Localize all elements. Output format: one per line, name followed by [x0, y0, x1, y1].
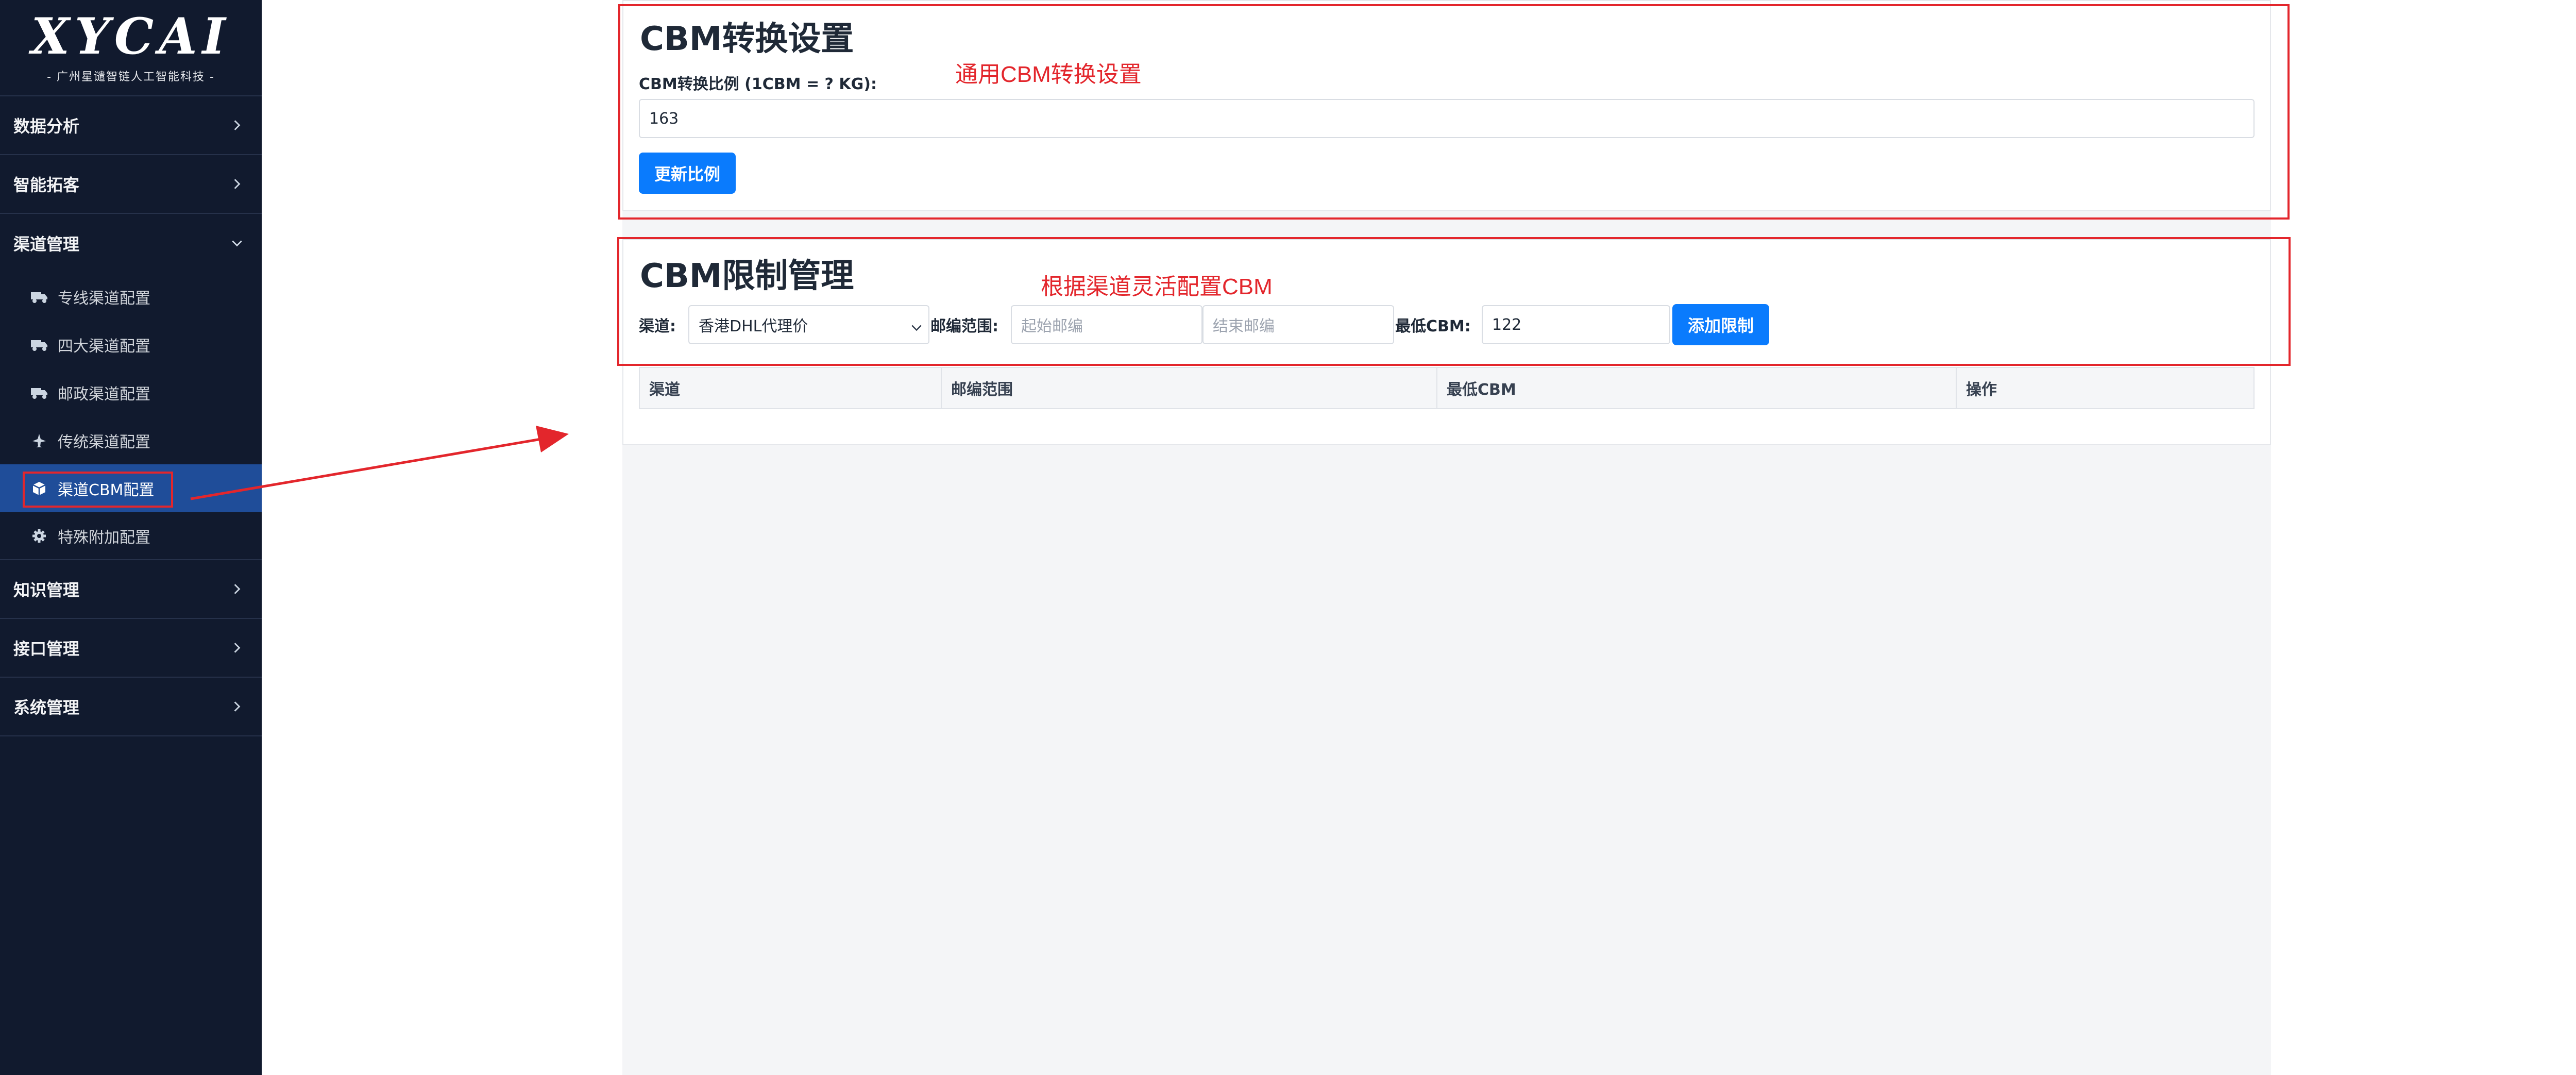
sidebar-item-label: 传统渠道配置 — [58, 433, 150, 451]
sidebar-item-dedicated-channel[interactable]: 专线渠道配置 — [0, 273, 262, 321]
cbm-ratio-label: CBM转换比例 (1CBM = ? KG): — [639, 75, 877, 93]
sidebar-item-channel-cbm[interactable]: 渠道CBM配置 — [0, 464, 262, 512]
min-cbm-label: 最低CBM: — [1395, 317, 1471, 335]
sidebar-group-label: 智能拓客 — [13, 175, 80, 195]
annotation-box-limits — [617, 237, 2291, 366]
chevron-right-icon — [231, 119, 243, 131]
sidebar-group-label: 接口管理 — [13, 639, 80, 659]
sidebar-item-special-extra[interactable]: 特殊附加配置 — [0, 512, 262, 560]
zip-end-input[interactable]: 结束邮编 — [1202, 305, 1394, 344]
chevron-down-icon — [231, 237, 243, 249]
column-header-channel: 渠道 — [640, 368, 942, 408]
sidebar-group-label: 知识管理 — [13, 580, 80, 600]
sidebar-item-postal-channel[interactable]: 邮政渠道配置 — [0, 368, 262, 416]
truck-icon — [30, 383, 48, 402]
sidebar-item-label: 四大渠道配置 — [58, 337, 150, 356]
chevron-down-icon — [911, 320, 922, 331]
sidebar-group-label: 渠道管理 — [13, 234, 80, 254]
column-header-actions: 操作 — [1966, 381, 1997, 399]
logo-text: XYCAI — [31, 7, 231, 65]
sidebar: XYCAI - 广州星谴智链人工智能科技 - 数据分析 智能拓客 渠道管理 专线… — [0, 0, 262, 1075]
chevron-right-icon — [231, 583, 243, 595]
truck-icon — [30, 288, 48, 306]
cbm-ratio-input[interactable]: 163 — [639, 99, 2255, 138]
column-header-min-cbm: 最低CBM — [1437, 368, 1957, 408]
logo: XYCAI - 广州星谴智链人工智能科技 - — [0, 0, 262, 96]
sidebar-item-label: 特殊附加配置 — [58, 528, 150, 547]
sidebar-item-big-four-channel[interactable]: 四大渠道配置 — [0, 321, 262, 368]
add-limit-button[interactable]: 添加限制 — [1672, 304, 1769, 345]
sidebar-item-traditional-channel[interactable]: 传统渠道配置 — [0, 416, 262, 464]
highlight-box — [23, 472, 173, 508]
sidebar-item-label: 专线渠道配置 — [58, 289, 150, 308]
channel-label: 渠道: — [639, 317, 676, 335]
chevron-right-icon — [231, 700, 243, 713]
truck-icon — [30, 335, 48, 354]
sidebar-group-knowledge-management[interactable]: 知识管理 — [0, 560, 262, 619]
zip-start-input[interactable]: 起始邮编 — [1011, 305, 1202, 344]
sidebar-group-data-analysis[interactable]: 数据分析 — [0, 96, 262, 155]
channel-select-value: 香港DHL代理价 — [699, 317, 808, 335]
sidebar-group-channel-management[interactable]: 渠道管理 — [0, 214, 262, 273]
sidebar-group-api-management[interactable]: 接口管理 — [0, 619, 262, 678]
gear-icon — [30, 527, 48, 545]
chevron-right-icon — [231, 642, 243, 654]
logo-subtitle: - 广州星谴智链人工智能科技 - — [47, 70, 215, 83]
column-header-zip-range: 邮编范围 — [942, 368, 1437, 408]
sidebar-group-label: 系统管理 — [13, 698, 80, 717]
plane-icon — [30, 431, 48, 450]
zip-range-label: 邮编范围: — [930, 317, 998, 335]
sidebar-group-label: 数据分析 — [13, 116, 80, 136]
chevron-right-icon — [231, 178, 243, 190]
update-ratio-button[interactable]: 更新比例 — [639, 153, 736, 194]
sidebar-item-label: 邮政渠道配置 — [58, 385, 150, 404]
annotation-limits: 根据渠道灵活配置CBM — [1041, 274, 1273, 299]
sidebar-group-smart-prospecting[interactable]: 智能拓客 — [0, 155, 262, 214]
sidebar-group-system-management[interactable]: 系统管理 — [0, 678, 262, 736]
channel-select[interactable]: 香港DHL代理价 — [688, 305, 929, 344]
annotation-settings: 通用CBM转换设置 — [955, 62, 1142, 87]
limits-table-header: 渠道 邮编范围 最低CBM 操作 — [639, 367, 2255, 409]
min-cbm-input[interactable]: 122 — [1482, 305, 1670, 344]
